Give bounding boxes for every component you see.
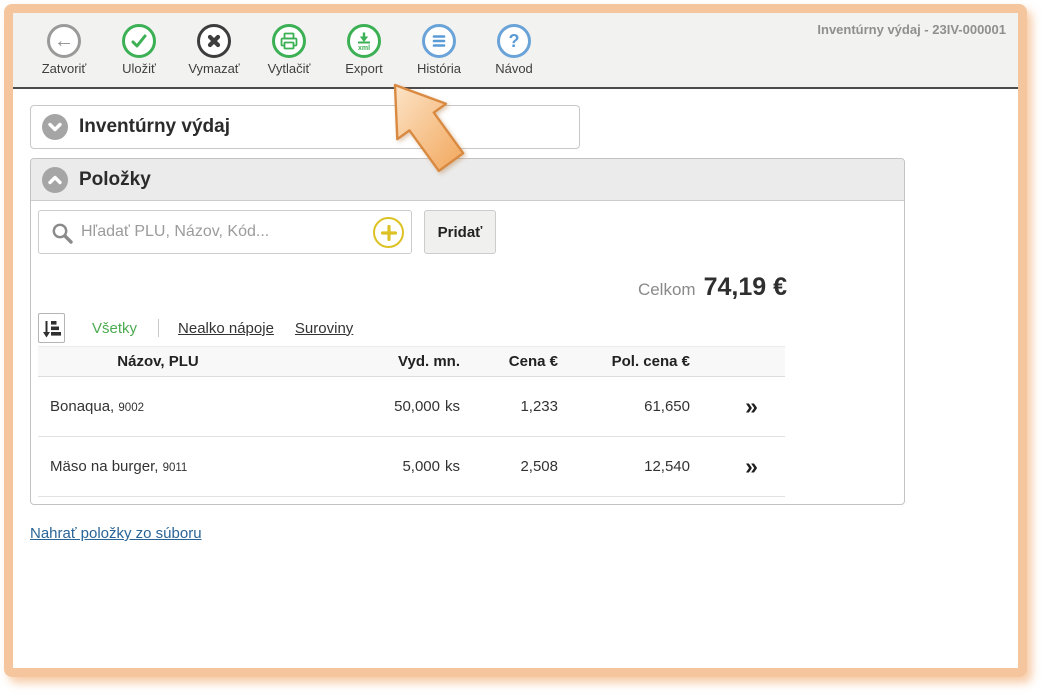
cancel-x-icon: [197, 24, 231, 58]
item-name: Mäso na burger, 9011: [38, 458, 278, 475]
save-button[interactable]: Uložiť: [114, 24, 164, 76]
window-title: Inventúrny výdaj - 23IV-000001: [817, 22, 1006, 37]
row-detail-chevron-icon[interactable]: »: [718, 395, 785, 418]
export-button[interactable]: xml Export: [339, 24, 389, 76]
document-panel-title: Inventúrny výdaj: [79, 116, 230, 138]
table-header-row: Názov, PLU Vyd. mn. Cena € Pol. cena €: [38, 346, 785, 377]
col-header-price: Cena €: [468, 353, 578, 370]
check-icon: [122, 24, 156, 58]
print-button-label: Vytlačiť: [268, 61, 311, 76]
add-plus-icon[interactable]: [373, 217, 404, 248]
add-item-button[interactable]: Pridať: [424, 210, 496, 254]
col-header-line-total: Pol. cena €: [578, 353, 718, 370]
table-row: Mäso na burger, 9011 5,000 ks 2,508 12,54…: [38, 437, 785, 497]
history-list-icon: [422, 24, 456, 58]
save-button-label: Uložiť: [122, 61, 156, 76]
delete-button[interactable]: Vymazať: [189, 24, 239, 76]
filter-divider: [158, 319, 159, 337]
items-panel: Položky Pridať Celkom 74,19 €: [30, 158, 905, 505]
search-input[interactable]: [81, 211, 371, 253]
total-summary: Celkom 74,19 €: [638, 273, 787, 302]
sort-icon: [42, 318, 61, 339]
printer-icon: [272, 24, 306, 58]
row-detail-chevron-icon[interactable]: »: [718, 455, 785, 478]
export-button-label: Export: [345, 61, 383, 76]
chevron-up-circle-icon: [42, 167, 68, 193]
app-window: ← Zatvoriť Uložiť Vymazať Vytlačiť: [4, 4, 1027, 677]
close-button-label: Zatvoriť: [42, 61, 87, 76]
item-plu: 9011: [163, 462, 188, 474]
item-plu: 9002: [118, 402, 144, 414]
item-qty: 5,000 ks: [278, 458, 468, 475]
total-value: 74,19 €: [704, 273, 787, 302]
history-button[interactable]: História: [414, 24, 464, 76]
item-line-total: 61,650: [578, 398, 718, 415]
item-qty-unit: ks: [445, 398, 460, 415]
upload-items-link[interactable]: Nahrať položky zo súboru: [30, 525, 202, 542]
item-price: 2,508: [468, 458, 578, 475]
item-qty-value: 50,000: [394, 398, 440, 415]
item-price: 1,233: [468, 398, 578, 415]
xml-badge: xml: [358, 45, 370, 51]
search-box: [38, 210, 412, 254]
item-qty-value: 5,000: [402, 458, 440, 475]
item-qty: 50,000 ks: [278, 398, 468, 415]
delete-button-label: Vymazať: [188, 61, 239, 76]
back-arrow-icon: ←: [47, 24, 81, 58]
question-icon: ?: [497, 24, 531, 58]
items-table: Názov, PLU Vyd. mn. Cena € Pol. cena € B…: [38, 346, 785, 497]
export-xml-icon: xml: [347, 24, 381, 58]
filter-tab-nealko-napoje[interactable]: Nealko nápoje: [178, 320, 274, 337]
filter-bar: Všetky Nealko nápoje Suroviny: [38, 313, 374, 343]
items-panel-body: Pridať Celkom 74,19 € Všetky Ne: [31, 201, 904, 504]
table-row: Bonaqua, 9002 50,000 ks 1,233 61,650 »: [38, 377, 785, 437]
document-panel-header[interactable]: Inventúrny výdaj: [30, 105, 580, 149]
chevron-down-circle-icon: [42, 114, 68, 140]
total-label: Celkom: [638, 280, 696, 300]
item-line-total: 12,540: [578, 458, 718, 475]
sort-button[interactable]: [38, 313, 65, 343]
help-button[interactable]: ? Návod: [489, 24, 539, 76]
item-name: Bonaqua, 9002: [38, 398, 278, 415]
history-button-label: História: [417, 61, 461, 76]
page-content: ← Zatvoriť Uložiť Vymazať Vytlačiť: [13, 13, 1018, 668]
filter-tab-suroviny[interactable]: Suroviny: [295, 320, 353, 337]
close-button[interactable]: ← Zatvoriť: [39, 24, 89, 76]
search-icon: [50, 221, 76, 252]
col-header-name: Názov, PLU: [38, 353, 278, 370]
items-panel-title: Položky: [79, 169, 151, 191]
print-button[interactable]: Vytlačiť: [264, 24, 314, 76]
col-header-qty: Vyd. mn.: [278, 353, 468, 370]
export-pointer-arrow: [385, 75, 485, 185]
item-name-text: Bonaqua,: [50, 398, 114, 415]
item-name-text: Mäso na burger,: [50, 458, 158, 475]
filter-tab-all[interactable]: Všetky: [92, 320, 137, 337]
help-button-label: Návod: [495, 61, 533, 76]
item-qty-unit: ks: [445, 458, 460, 475]
